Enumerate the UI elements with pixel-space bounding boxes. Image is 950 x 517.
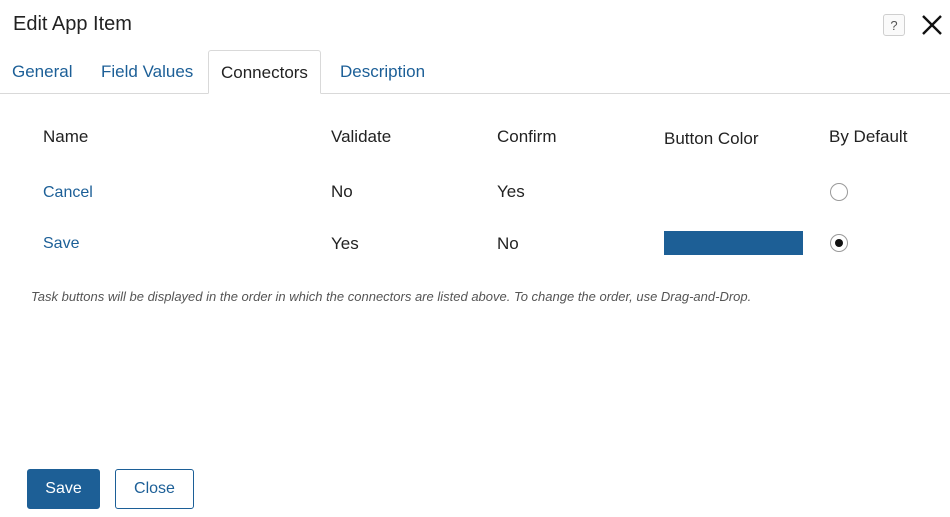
column-header-confirm: Confirm — [497, 127, 557, 146]
column-header-by-default: By Default — [829, 127, 908, 146]
tab-bar: General Field Values Connectors Descript… — [0, 50, 950, 94]
confirm-value: Yes — [497, 182, 525, 201]
by-default-radio[interactable] — [830, 183, 848, 201]
dialog-title: Edit App Item — [13, 13, 132, 35]
tab-description[interactable]: Description — [340, 50, 425, 94]
tab-connectors[interactable]: Connectors — [208, 50, 321, 94]
tab-field-values[interactable]: Field Values — [101, 50, 193, 94]
column-header-validate: Validate — [331, 127, 392, 146]
validate-value: No — [331, 182, 353, 201]
save-button[interactable]: Save — [27, 469, 100, 509]
validate-value: Yes — [331, 234, 359, 253]
button-color-swatch[interactable] — [664, 231, 803, 255]
help-icon[interactable]: ? — [883, 14, 905, 36]
column-header-button-color: Button Color — [664, 129, 759, 148]
tab-general[interactable]: General — [12, 50, 72, 94]
close-button[interactable]: Close — [115, 469, 194, 509]
confirm-value: No — [497, 234, 519, 253]
close-icon[interactable] — [919, 12, 945, 38]
connector-name-link[interactable]: Save — [43, 235, 79, 253]
by-default-radio[interactable] — [830, 234, 848, 252]
order-hint-text: Task buttons will be displayed in the or… — [31, 289, 752, 304]
column-header-name: Name — [43, 127, 89, 146]
connector-name-link[interactable]: Cancel — [43, 184, 93, 202]
